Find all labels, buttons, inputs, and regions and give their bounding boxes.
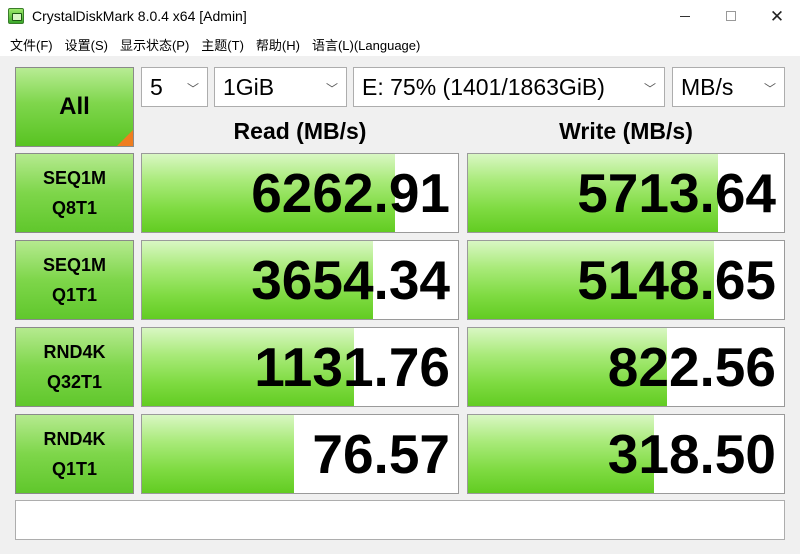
chevron-down-icon: ﹀ (325, 82, 338, 96)
test-button-seq1m-q1t1[interactable]: SEQ1M Q1T1 (15, 240, 134, 320)
read-bar-fill (142, 415, 294, 493)
corner-triangle-icon (117, 130, 133, 146)
menu-help[interactable]: 帮助(H) (252, 35, 308, 54)
read-result-rnd4k-q1t1: 76.57 (141, 414, 459, 494)
write-value: 5148.65 (577, 249, 776, 311)
write-result-seq1m-q1t1: 5148.65 (467, 240, 785, 320)
test-count-value: 5 (150, 73, 163, 100)
menu-file[interactable]: 文件(F) (6, 35, 61, 54)
test-size-select[interactable]: 1GiB ﹀ (214, 67, 347, 107)
close-button[interactable]: ✕ (754, 0, 800, 32)
menu-settings[interactable]: 设置(S) (61, 35, 116, 54)
test-name-line1: RND4K (43, 429, 106, 449)
chevron-down-icon: ﹀ (643, 82, 656, 96)
test-name-line2: Q32T1 (46, 372, 103, 392)
unit-select[interactable]: MB/s ﹀ (672, 67, 785, 107)
read-header: Read (MB/s) (233, 117, 367, 144)
test-name-line1: SEQ1M (42, 255, 107, 275)
test-name-line1: SEQ1M (42, 168, 107, 188)
menu-bar: 文件(F) 设置(S) 显示状态(P) 主题(T) 帮助(H) 语言(L)(La… (0, 32, 800, 56)
test-button-rnd4k-q32t1[interactable]: RND4K Q32T1 (15, 327, 134, 407)
read-result-seq1m-q8t1: 6262.91 (141, 153, 459, 233)
chevron-down-icon: ﹀ (186, 82, 199, 96)
unit-value: MB/s (681, 73, 734, 100)
read-result-seq1m-q1t1: 3654.34 (141, 240, 459, 320)
test-button-seq1m-q8t1[interactable]: SEQ1M Q8T1 (15, 153, 134, 233)
chevron-down-icon: ﹀ (763, 82, 776, 96)
run-all-button[interactable]: All (15, 67, 134, 147)
test-name-line2: Q1T1 (51, 285, 98, 305)
menu-display-status[interactable]: 显示状态(P) (116, 35, 197, 54)
comment-input[interactable] (15, 500, 785, 540)
read-value: 3654.34 (251, 249, 450, 311)
maximize-icon (726, 11, 736, 21)
write-value: 5713.64 (577, 162, 776, 224)
write-result-rnd4k-q32t1: 822.56 (467, 327, 785, 407)
read-value: 6262.91 (251, 162, 450, 224)
test-name-line1: RND4K (43, 342, 106, 362)
test-size-value: 1GiB (223, 73, 275, 100)
menu-language[interactable]: 语言(L)(Language) (308, 35, 428, 54)
test-name-line2: Q1T1 (51, 459, 98, 479)
app-disk-icon (8, 8, 24, 24)
drive-select[interactable]: E: 75% (1401/1863GiB) ﹀ (353, 67, 665, 107)
read-result-rnd4k-q32t1: 1131.76 (141, 327, 459, 407)
minimize-button[interactable] (662, 0, 708, 32)
write-result-seq1m-q8t1: 5713.64 (467, 153, 785, 233)
test-count-select[interactable]: 5 ﹀ (141, 67, 208, 107)
test-name-line2: Q8T1 (51, 198, 98, 218)
title-bar: CrystalDiskMark 8.0.4 x64 [Admin] ✕ (0, 0, 800, 32)
write-value: 318.50 (607, 423, 776, 485)
close-icon: ✕ (769, 6, 785, 26)
window-title: CrystalDiskMark 8.0.4 x64 [Admin] (32, 8, 247, 24)
main-panel: All 5 ﹀ 1GiB ﹀ E: 75% (1401/1863GiB) ﹀ M… (0, 56, 800, 554)
write-header: Write (MB/s) (559, 117, 693, 144)
menu-theme[interactable]: 主题(T) (197, 35, 252, 54)
drive-value: E: 75% (1401/1863GiB) (362, 73, 605, 100)
run-all-label: All (59, 93, 90, 120)
maximize-button[interactable] (708, 0, 754, 32)
write-result-rnd4k-q1t1: 318.50 (467, 414, 785, 494)
write-value: 822.56 (607, 336, 776, 398)
test-button-rnd4k-q1t1[interactable]: RND4K Q1T1 (15, 414, 134, 494)
read-value: 76.57 (312, 423, 450, 485)
read-value: 1131.76 (254, 336, 450, 398)
minimize-icon (680, 15, 690, 17)
